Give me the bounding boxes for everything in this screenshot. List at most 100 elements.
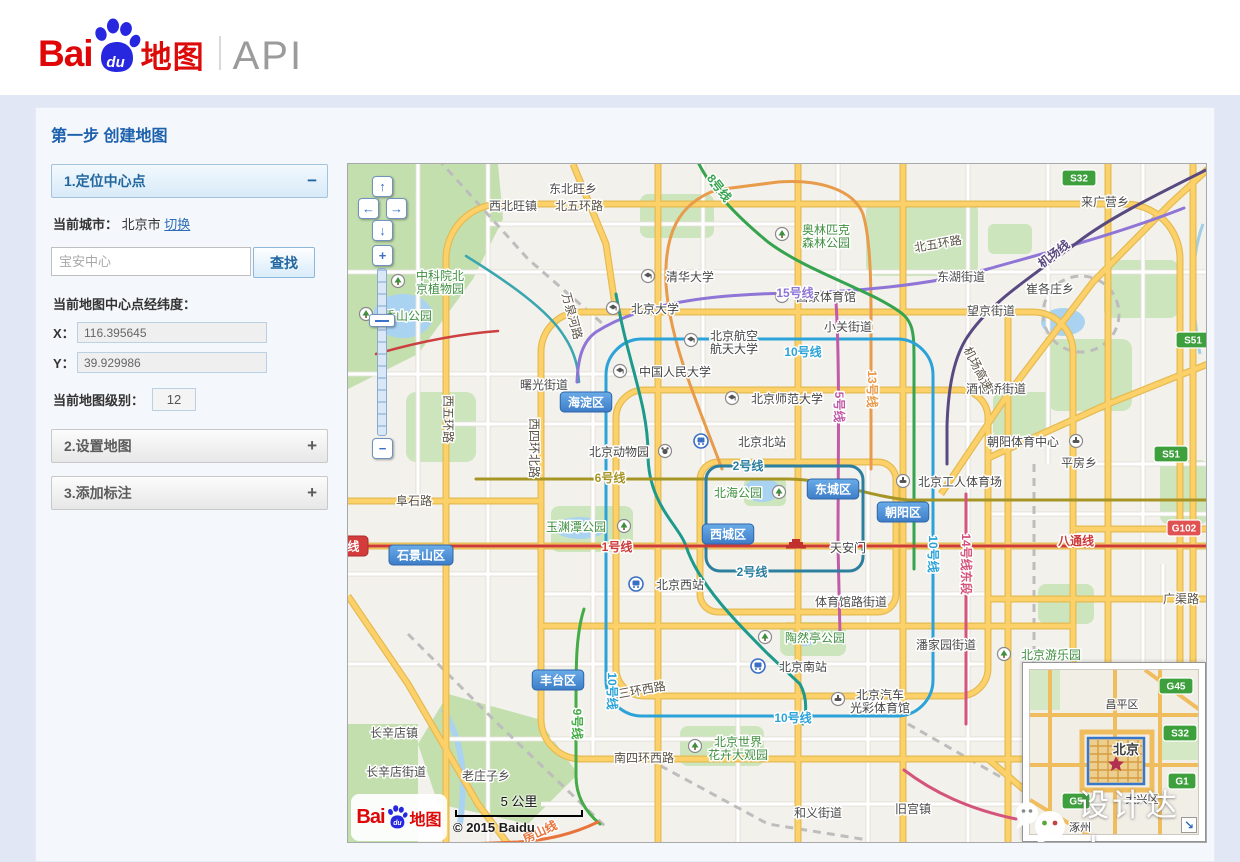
subway-line-label: 10号线: [605, 672, 620, 709]
svg-text:S32: S32: [1070, 174, 1088, 185]
search-button[interactable]: 查找: [253, 247, 315, 278]
current-city-row: 当前城市： 北京市 切换: [53, 214, 328, 233]
minimap-inner: 昌平区北京大兴区涿州 G45S32G1G5 ↘: [1029, 669, 1199, 835]
map-label: 长辛店街道: [366, 765, 426, 779]
map-label: 中科院北京植物园: [416, 268, 464, 296]
page-header: Bai du 地图 API: [0, 0, 1240, 95]
y-coord-row: Y：: [53, 352, 328, 373]
pan-down-button[interactable]: ↓: [372, 220, 393, 241]
tree-icon: [998, 648, 1011, 661]
tree-icon: [759, 631, 772, 644]
station-icon: [751, 659, 765, 673]
copyright-text: © 2015 Baidu: [453, 820, 535, 835]
map-level-row: 当前地图级别：: [53, 388, 328, 411]
map-label: 广渠路: [1163, 591, 1199, 606]
district-badge: 石景山区: [389, 545, 453, 565]
svg-text:du: du: [393, 819, 402, 826]
map-label: 北京大学: [631, 301, 679, 316]
expand-plus-icon[interactable]: +: [307, 430, 317, 462]
map-label: 潘家园街道: [916, 637, 976, 652]
expand-plus-icon[interactable]: +: [307, 477, 317, 509]
subway-line-4: [616, 294, 806, 724]
brand-bai-text: Bai: [356, 806, 384, 829]
accordion-add-marker[interactable]: 3.添加标注 +: [51, 476, 328, 510]
map-label: 西五环路: [441, 395, 456, 443]
switch-city-link[interactable]: 切换: [164, 217, 190, 232]
map-label: 天安门: [830, 540, 866, 555]
map-label: 北京工人体育场: [918, 474, 1002, 489]
station-icon: [629, 577, 643, 591]
subway-line-label: 2号线: [733, 458, 764, 473]
collapse-minus-icon[interactable]: −: [307, 165, 317, 197]
minimap-label: 昌平区: [1106, 698, 1139, 711]
map-label: 老庄子乡: [462, 768, 510, 783]
highway-shield: G102: [1167, 520, 1201, 536]
svg-text:S32: S32: [1171, 729, 1189, 740]
current-city-value: 北京市: [122, 217, 161, 232]
map-label: 长辛店镇: [370, 726, 418, 740]
map-label: 北海公园: [714, 485, 762, 500]
map-label: 酒仙桥街道: [966, 382, 1026, 396]
tree-icon: [689, 740, 702, 753]
svg-text:S51: S51: [1184, 336, 1202, 347]
overview-minimap[interactable]: 昌平区北京大兴区涿州 G45S32G1G5 ↘: [1022, 662, 1206, 842]
stadium-icon: [1070, 435, 1083, 448]
svg-text:G1: G1: [1175, 777, 1189, 788]
map-level-input[interactable]: [152, 388, 196, 411]
map-label: 北京游乐园: [1021, 648, 1081, 662]
subway-line-label: 13号线: [865, 370, 880, 407]
map-label: 北五环路: [555, 198, 603, 213]
map-label: 东北旺乡: [549, 182, 597, 196]
search-input[interactable]: [51, 247, 251, 276]
tree-icon: [773, 486, 786, 499]
accordion-set-map-title: 2.设置地图: [64, 438, 132, 454]
logo-du-text: du: [106, 54, 124, 71]
district-badge: 东城区: [807, 479, 859, 499]
zoom-out-button[interactable]: −: [372, 438, 393, 459]
pan-up-button[interactable]: ↑: [372, 176, 393, 197]
baidu-map-brand[interactable]: Bai du 地图: [351, 794, 447, 841]
accordion-locate-center[interactable]: 1.定位中心点 −: [51, 164, 328, 198]
accordion-add-marker-title: 3.添加标注: [64, 485, 132, 501]
map-label: 玉渊潭公园: [546, 520, 606, 534]
minimap-label: 北京: [1113, 742, 1139, 757]
highway-shield: G5: [1062, 793, 1090, 809]
pan-right-button[interactable]: →: [386, 198, 407, 219]
map-label: 和义街道: [794, 806, 842, 820]
zoom-slider-thumb[interactable]: [369, 314, 395, 327]
map-label: 旧宫镇: [895, 801, 931, 816]
subway-line-label: 2号线: [737, 564, 768, 579]
subway-line-label: 10号线: [926, 535, 941, 572]
map-canvas[interactable]: 东北旺乡西北旺镇来广营乡东湖街道崔各庄乡望京街道小关街道酒仙桥街道平房乡曙光街道…: [347, 163, 1207, 843]
map-label: 北京动物园: [589, 445, 649, 459]
highway-shield: S32: [1062, 170, 1096, 186]
pan-left-button[interactable]: ←: [358, 198, 379, 219]
svg-text:G45: G45: [1167, 682, 1186, 693]
subway-line-5: [836, 302, 840, 634]
map-label: 清华大学: [666, 269, 714, 284]
map-label: 来广营乡: [1081, 195, 1129, 209]
minimap-collapse-icon[interactable]: ↘: [1181, 817, 1197, 833]
highway-shield: S51: [1154, 446, 1188, 462]
stadium-icon: [832, 693, 845, 706]
minimap-label: 大兴区: [1126, 792, 1159, 806]
highway-shield: S51: [1176, 332, 1207, 348]
map-label: 奥林匹克森林公园: [802, 223, 850, 250]
svg-text:石景山区: 石景山区: [396, 548, 445, 563]
x-coord-input[interactable]: [77, 322, 267, 343]
x-label: X：: [53, 323, 77, 342]
subway-line-label: 10号线: [774, 710, 811, 725]
zoom-in-button[interactable]: +: [372, 245, 393, 266]
y-coord-input[interactable]: [77, 352, 267, 373]
map-label: 平房乡: [1061, 455, 1097, 470]
map-label: 西北旺镇: [489, 199, 537, 213]
tree-icon: [392, 275, 405, 288]
logo-ditu-text: 地图: [141, 42, 205, 80]
map-label: 中国人民大学: [639, 364, 711, 379]
accordion-set-map[interactable]: 2.设置地图 +: [51, 429, 328, 463]
baidu-map-logo[interactable]: Bai du 地图 API: [38, 10, 303, 80]
center-coords-label: 当前地图中心点经纬度：: [53, 294, 328, 313]
zoom-slider-track[interactable]: [377, 268, 387, 436]
logo-bai-text: Bai: [38, 35, 93, 80]
logo-divider: [219, 36, 221, 70]
